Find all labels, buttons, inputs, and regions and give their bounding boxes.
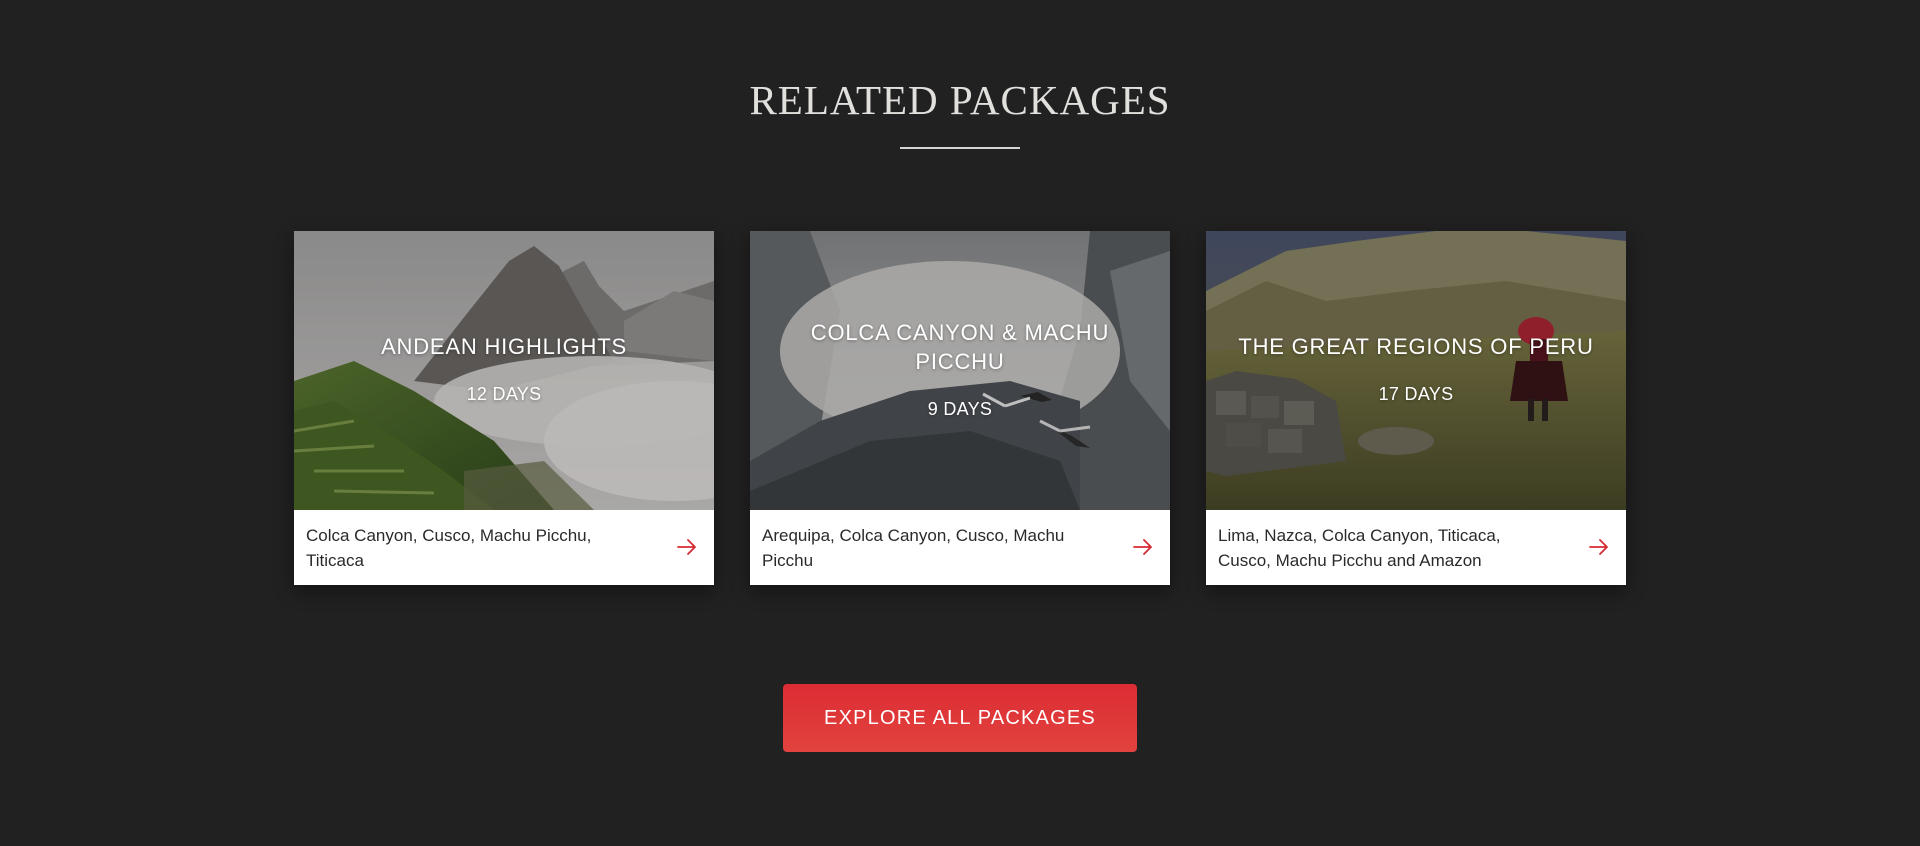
package-footer[interactable]: Lima, Nazca, Colca Canyon, Titicaca, Cus…	[1206, 510, 1626, 585]
package-cards: ANDEAN HIGHLIGHTS 12 DAYS Colca Canyon, …	[294, 231, 1626, 585]
package-image[interactable]: ANDEAN HIGHLIGHTS 12 DAYS	[294, 231, 714, 510]
package-card-great-regions-of-peru[interactable]: THE GREAT REGIONS OF PERU 17 DAYS Lima, …	[1206, 231, 1626, 585]
package-title: THE GREAT REGIONS OF PERU	[1238, 334, 1594, 359]
title-divider	[900, 147, 1020, 149]
package-title: COLCA CANYON & MACHU PICCHU	[810, 320, 1110, 374]
related-packages-section: RELATED PACKAGES ANDEAN HIGHLIGHTS 12 DA…	[0, 0, 1920, 846]
package-card-andean-highlights[interactable]: ANDEAN HIGHLIGHTS 12 DAYS Colca Canyon, …	[294, 231, 714, 585]
package-destinations: Colca Canyon, Cusco, Machu Picchu, Titic…	[306, 526, 592, 570]
arrow-right-icon[interactable]	[676, 536, 698, 558]
image-overlay	[294, 231, 714, 510]
package-duration: 9 DAYS	[927, 399, 993, 419]
explore-all-packages-button[interactable]: EXPLORE ALL PACKAGES	[783, 684, 1137, 752]
package-image[interactable]: THE GREAT REGIONS OF PERU 17 DAYS	[1206, 231, 1626, 510]
arrow-right-icon[interactable]	[1588, 536, 1610, 558]
image-overlay	[1206, 231, 1626, 510]
arrow-right-icon[interactable]	[1132, 536, 1154, 558]
package-footer[interactable]: Colca Canyon, Cusco, Machu Picchu, Titic…	[294, 510, 714, 585]
package-card-colca-canyon-machu-picchu[interactable]: COLCA CANYON & MACHU PICCHU 9 DAYS Arequ…	[750, 231, 1170, 585]
package-destinations: Lima, Nazca, Colca Canyon, Titicaca, Cus…	[1218, 526, 1501, 570]
package-image[interactable]: COLCA CANYON & MACHU PICCHU 9 DAYS	[750, 231, 1170, 510]
package-destinations: Arequipa, Colca Canyon, Cusco, Machu Pic…	[762, 526, 1065, 570]
package-title: ANDEAN HIGHLIGHTS	[381, 334, 627, 359]
section-title: RELATED PACKAGES	[749, 77, 1171, 123]
package-duration: 12 DAYS	[466, 384, 542, 404]
package-footer[interactable]: Arequipa, Colca Canyon, Cusco, Machu Pic…	[750, 510, 1170, 585]
package-duration: 17 DAYS	[1378, 384, 1454, 404]
